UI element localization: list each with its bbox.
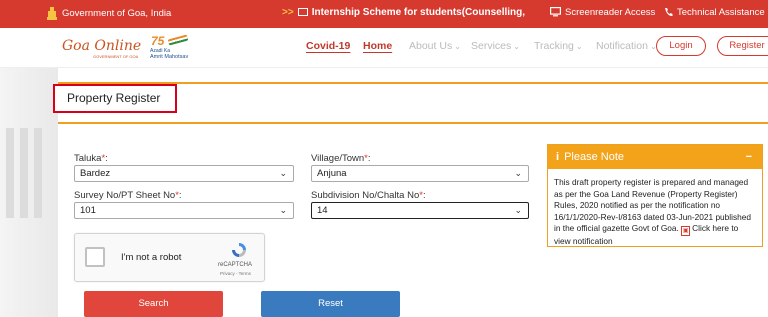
note-body: This draft property register is prepared…: [548, 169, 762, 248]
note-header: i Please Note −: [548, 145, 762, 169]
recaptcha-privacy-terms[interactable]: Privacy - Terms: [220, 271, 251, 276]
login-button[interactable]: Login: [656, 36, 706, 56]
flag-ribbon-icon: [167, 34, 189, 46]
marquee-text[interactable]: Internship Scheme for students(Counselli…: [312, 7, 527, 18]
chevron-down-icon: ⌄: [279, 205, 287, 215]
site-header: Goa Online GOVERNMENT OF GOA 75 Azadi Ka…: [0, 28, 768, 68]
note-title: Please Note: [564, 151, 624, 163]
taluka-value: Bardez: [80, 168, 111, 179]
info-icon: i: [556, 151, 560, 163]
recaptcha-widget: I'm not a robot reCAPTCHA Privacy - Term…: [74, 233, 265, 282]
nav-home[interactable]: Home: [363, 40, 392, 52]
background-pillar: [20, 128, 28, 218]
azadi-line2: Amrit Mahotsav: [150, 54, 189, 60]
background-building-image: [0, 68, 58, 317]
label-colon: :: [367, 153, 371, 164]
nav-notification[interactable]: Notification ⌄: [596, 40, 657, 52]
recaptcha-checkbox[interactable]: [85, 247, 105, 267]
chevron-down-icon: ⌄: [575, 42, 583, 51]
nav-covid-19[interactable]: Covid-19: [306, 40, 350, 52]
chevron-down-icon: ⌄: [514, 168, 522, 178]
survey-label-text: Survey No/PT Sheet No: [74, 190, 176, 201]
technical-assistance-link[interactable]: Technical Assistance: [664, 7, 765, 18]
village-value: Anjuna: [317, 168, 347, 179]
chevron-down-icon: ⌄: [454, 42, 461, 51]
nav-about-label: About Us: [409, 40, 453, 52]
background-pillar: [34, 128, 42, 218]
please-note-panel: i Please Note − This draft property regis…: [547, 144, 763, 247]
reset-button[interactable]: Reset: [261, 291, 400, 317]
label-colon: :: [105, 153, 108, 164]
nav-tracking[interactable]: Tracking ⌄: [534, 40, 583, 52]
subdivision-label-text: Subdivision No/Chalta No: [311, 190, 420, 201]
top-strip: Government of Goa, India >> Internship Sc…: [0, 0, 768, 28]
survey-select[interactable]: 101 ⌄: [74, 202, 294, 219]
notice-icon: [297, 8, 308, 16]
label-colon: :: [422, 190, 426, 201]
recaptcha-brand: reCAPTCHA: [218, 262, 253, 268]
chevron-down-icon: ⌄: [514, 205, 522, 215]
village-select[interactable]: Anjuna ⌄: [311, 165, 529, 182]
taluka-select[interactable]: Bardez ⌄: [74, 165, 294, 182]
subdivision-select[interactable]: 14 ⌄: [311, 202, 529, 219]
background-pillar: [6, 128, 14, 218]
subdivision-label: Subdivision No/Chalta No*:: [311, 190, 426, 201]
search-button[interactable]: Search: [84, 291, 223, 317]
nav-tracking-label: Tracking: [534, 40, 574, 52]
village-label: Village/Town*:: [311, 153, 371, 164]
phone-icon: [665, 8, 673, 17]
recaptcha-logo-icon: [232, 243, 246, 257]
survey-value: 101: [80, 205, 96, 216]
label-colon: :: [178, 190, 182, 201]
logo-subtitle: GOVERNMENT OF GOA: [93, 54, 139, 59]
nav-services-label: Services: [471, 40, 512, 52]
register-button[interactable]: Register: [717, 36, 768, 56]
survey-label: Survey No/PT Sheet No*:: [74, 190, 182, 201]
taluka-label-text: Taluka: [74, 153, 102, 164]
marquee-arrows-icon: >>: [282, 7, 294, 18]
government-label[interactable]: Government of Goa, India: [62, 8, 171, 19]
nav-about-us[interactable]: About Us ⌄: [409, 40, 461, 52]
azadi-75-mark: 75: [151, 34, 165, 48]
page-title: Property Register: [67, 91, 161, 105]
announcement-marquee[interactable]: >> Internship Scheme for students(Counsel…: [282, 7, 527, 18]
screenreader-label: Screenreader Access: [565, 7, 656, 18]
technical-assistance-label: Technical Assistance: [677, 7, 765, 18]
chevron-down-icon: ⌄: [513, 42, 520, 51]
collapse-icon[interactable]: −: [746, 145, 752, 169]
title-bottom-rule: [58, 122, 768, 124]
state-emblem-icon: [47, 7, 57, 20]
subdivision-value: 14: [317, 205, 328, 216]
taluka-label: Taluka*:: [74, 153, 108, 164]
monitor-icon: [550, 7, 561, 17]
pdf-file-icon: ▣: [681, 226, 691, 236]
recaptcha-label: I'm not a robot: [121, 252, 182, 263]
nav-notification-label: Notification: [596, 40, 648, 52]
azadi-ka-amrit-mahotsav-logo: 75 Azadi Ka Amrit Mahotsav: [148, 34, 196, 62]
chevron-down-icon: ⌄: [279, 168, 287, 178]
village-label-text: Village/Town: [311, 153, 365, 164]
nav-services[interactable]: Services ⌄: [471, 40, 520, 52]
screenreader-access-link[interactable]: Screenreader Access: [550, 7, 655, 18]
goa-online-logo[interactable]: Goa Online: [62, 38, 141, 54]
